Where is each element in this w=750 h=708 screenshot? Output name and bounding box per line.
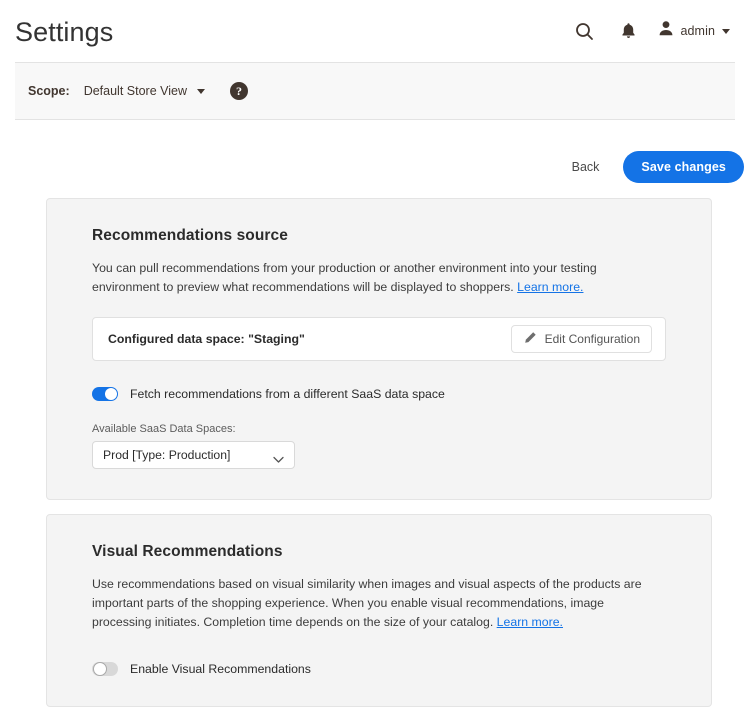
card-visual-recommendations: Visual Recommendations Use recommendatio…: [46, 514, 712, 707]
scope-label: Scope:: [28, 84, 70, 98]
enable-visual-recommendations-toggle-row: Enable Visual Recommendations: [92, 662, 666, 676]
save-changes-button[interactable]: Save changes: [623, 151, 744, 183]
fetch-recommendations-toggle-row: Fetch recommendations from a different S…: [92, 387, 666, 401]
edit-configuration-label: Edit Configuration: [545, 332, 640, 346]
configured-data-space-label: Configured data space: "Staging": [108, 332, 305, 346]
toggle-knob: [105, 388, 117, 400]
saas-data-space-select[interactable]: Prod [Type: Production]: [92, 441, 295, 469]
enable-visual-recommendations-toggle[interactable]: [92, 662, 118, 676]
learn-more-link[interactable]: Learn more.: [517, 280, 583, 294]
bell-icon: [620, 22, 637, 40]
fetch-recommendations-toggle[interactable]: [92, 387, 118, 401]
search-button[interactable]: [562, 11, 606, 51]
notifications-button[interactable]: [606, 11, 650, 51]
chevron-down-icon: [722, 29, 730, 34]
card-title: Visual Recommendations: [92, 543, 666, 561]
search-icon: [575, 22, 594, 41]
edit-configuration-button[interactable]: Edit Configuration: [511, 325, 652, 353]
saas-data-space-value: Prod [Type: Production]: [103, 448, 230, 462]
toggle-knob: [93, 662, 107, 676]
scope-switcher[interactable]: Default Store View: [84, 84, 205, 98]
card-description: Use recommendations based on visual simi…: [92, 575, 657, 632]
enable-visual-recommendations-toggle-label: Enable Visual Recommendations: [130, 662, 311, 676]
card-description: You can pull recommendations from your p…: [92, 259, 657, 297]
app-header: Settings: [0, 0, 750, 62]
card-recommendations-source: Recommendations source You can pull reco…: [46, 198, 712, 500]
page-actions: Back Save changes: [0, 136, 750, 198]
chevron-down-icon: [273, 451, 284, 469]
chevron-down-icon: [197, 89, 205, 94]
user-name: admin: [680, 24, 715, 38]
back-button[interactable]: Back: [562, 152, 610, 182]
configured-data-space-row: Configured data space: "Staging" Edit Co…: [92, 317, 666, 361]
settings-content: Recommendations source You can pull reco…: [0, 198, 750, 707]
scope-bar: Scope: Default Store View ?: [15, 62, 735, 120]
page-title: Settings: [15, 19, 113, 46]
saas-data-space-label: Available SaaS Data Spaces:: [92, 423, 666, 435]
help-circle-icon[interactable]: ?: [230, 82, 248, 100]
scope-value: Default Store View: [84, 84, 187, 98]
saas-data-space-field: Available SaaS Data Spaces: Prod [Type: …: [92, 423, 666, 469]
pencil-icon: [523, 331, 537, 348]
learn-more-link[interactable]: Learn more.: [497, 615, 563, 629]
user-avatar-icon: [658, 20, 674, 42]
user-menu[interactable]: admin: [650, 20, 734, 42]
header-actions: admin: [562, 11, 734, 51]
fetch-recommendations-toggle-label: Fetch recommendations from a different S…: [130, 387, 445, 401]
card-title: Recommendations source: [92, 227, 666, 245]
